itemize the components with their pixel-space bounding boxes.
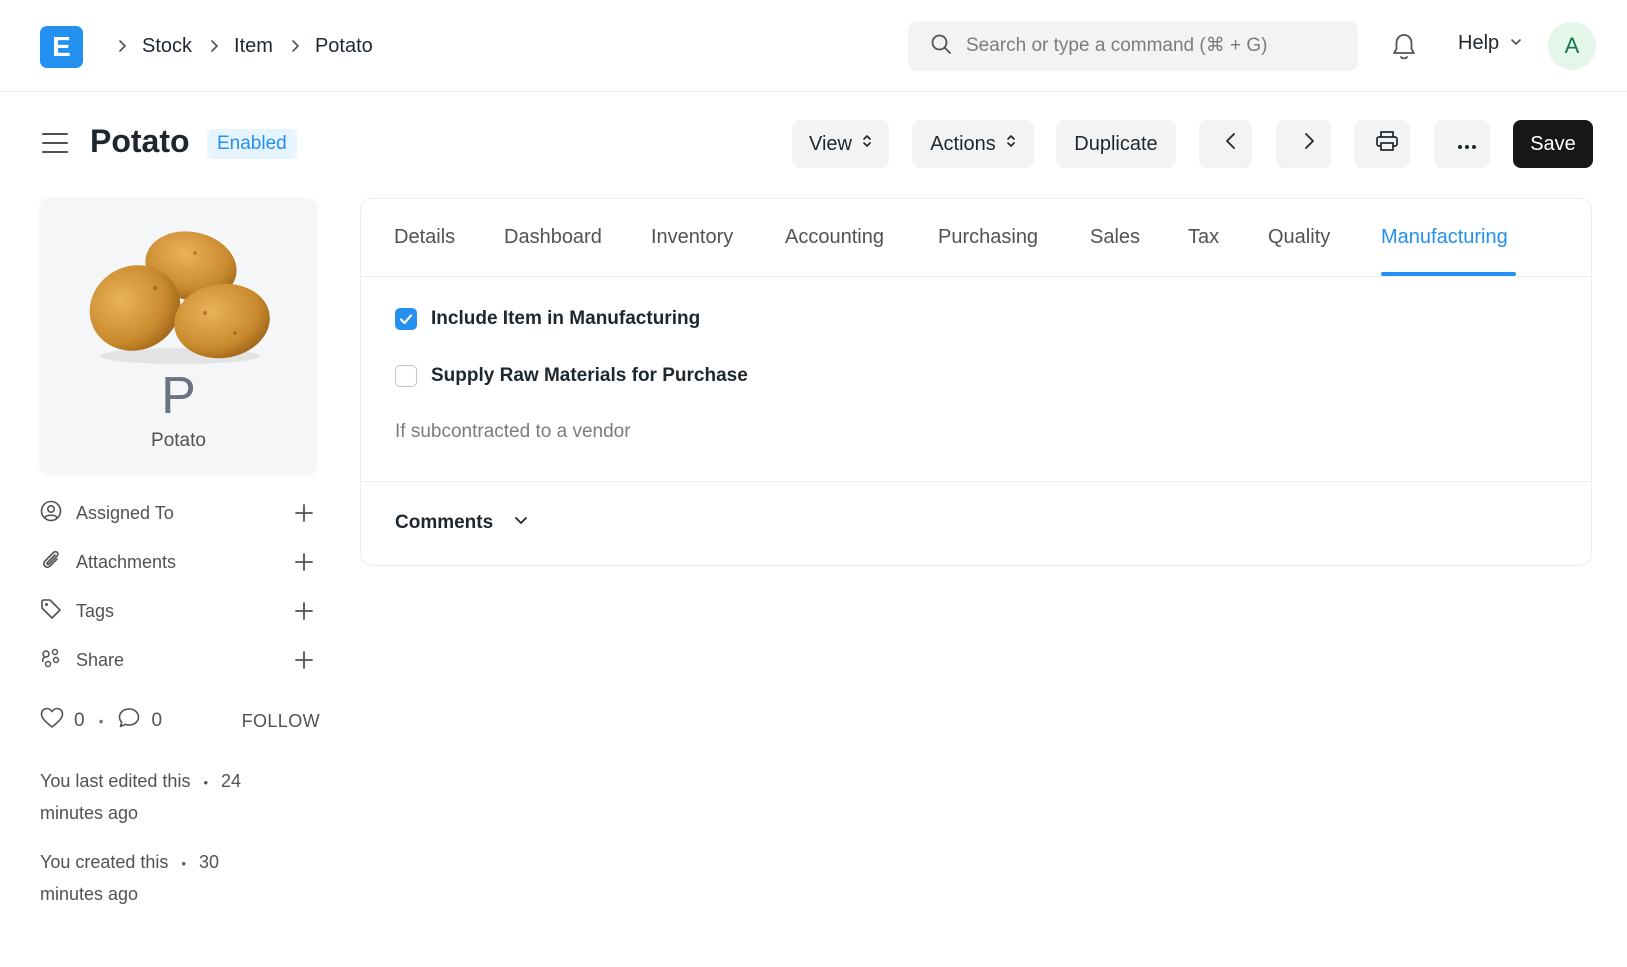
sidebar-item-label: Share <box>76 649 125 670</box>
tab-details[interactable]: Details <box>394 226 455 249</box>
top-navbar: E Stock Item Potato Help A <box>0 0 1627 92</box>
breadcrumb-potato[interactable]: Potato <box>315 35 373 58</box>
sidebar-item-tags[interactable]: Tags <box>40 596 315 626</box>
previous-record-button[interactable] <box>1199 120 1252 168</box>
search-input[interactable] <box>966 35 1326 57</box>
activity-last-edited: You last edited this • 24 minutes ago <box>40 766 280 828</box>
chevron-updown-icon <box>996 132 1016 156</box>
help-dropdown[interactable]: Help <box>1458 32 1523 55</box>
breadcrumb-stock[interactable]: Stock <box>142 35 192 58</box>
separator-dot: • <box>98 713 104 729</box>
sidebar-toggle-icon[interactable] <box>42 132 68 154</box>
printer-icon <box>1365 130 1399 158</box>
include-in-manufacturing-field[interactable]: Include Item in Manufacturing <box>395 308 700 330</box>
actions-button[interactable]: Actions <box>912 120 1034 168</box>
comments-section-toggle[interactable]: Comments <box>395 512 529 534</box>
chevron-right-icon <box>204 36 224 56</box>
app-logo[interactable]: E <box>40 26 83 68</box>
paperclip-icon <box>40 549 62 576</box>
tab-purchasing[interactable]: Purchasing <box>938 226 1038 249</box>
chevron-right-icon <box>1291 131 1317 157</box>
likes-comments-row: 0 • 0 FOLLOW <box>40 706 320 736</box>
sidebar-item-share[interactable]: Share <box>40 645 315 675</box>
potato-image <box>89 231 270 364</box>
breadcrumb: Stock Item Potato <box>110 30 383 62</box>
active-tab-indicator <box>1381 272 1516 276</box>
comments-label: Comments <box>395 512 494 533</box>
tab-quality[interactable]: Quality <box>1268 226 1330 249</box>
duplicate-button[interactable]: Duplicate <box>1056 120 1176 168</box>
chevron-right-icon <box>285 36 305 56</box>
search-icon <box>930 33 952 60</box>
image-placeholder-letter: P <box>161 367 196 425</box>
print-button[interactable] <box>1354 120 1410 168</box>
user-circle-icon <box>40 500 62 527</box>
sidebar-item-label: Assigned To <box>76 502 174 523</box>
next-record-button[interactable] <box>1276 120 1331 168</box>
comment-icon[interactable] <box>117 707 141 735</box>
chevron-down-icon <box>493 512 529 534</box>
tab-dashboard[interactable]: Dashboard <box>504 226 602 249</box>
chevron-updown-icon <box>852 132 872 156</box>
tag-icon <box>40 598 62 625</box>
notifications-bell-icon[interactable] <box>1390 32 1418 62</box>
sidebar-item-label: Attachments <box>76 551 177 572</box>
form-tabs: Details Dashboard Inventory Accounting P… <box>361 199 1591 277</box>
separator-dot: • <box>203 775 209 790</box>
separator-dot: • <box>181 856 187 871</box>
activity-created: You created this • 30 minutes ago <box>40 847 280 909</box>
likes-count: 0 <box>74 710 85 731</box>
actions-button-label: Actions <box>930 132 996 155</box>
page-title: Potato <box>90 123 190 159</box>
search-bar[interactable] <box>908 21 1358 71</box>
plus-icon[interactable] <box>293 502 315 524</box>
form-panel: Details Dashboard Inventory Accounting P… <box>360 198 1592 566</box>
plus-icon[interactable] <box>293 649 315 671</box>
sidebar-item-assigned-to[interactable]: Assigned To <box>40 498 315 528</box>
view-button[interactable]: View <box>792 120 889 168</box>
supply-raw-materials-field[interactable]: Supply Raw Materials for Purchase <box>395 365 748 387</box>
activity-text: You last edited this <box>40 771 191 791</box>
chevron-left-icon <box>1213 131 1239 157</box>
sidebar-item-attachments[interactable]: Attachments <box>40 547 315 577</box>
supply-raw-materials-label: Supply Raw Materials for Purchase <box>431 365 748 386</box>
ellipsis-icon <box>1447 133 1477 156</box>
status-badge: Enabled <box>207 129 297 159</box>
tab-tax[interactable]: Tax <box>1188 226 1219 249</box>
include-in-manufacturing-checkbox[interactable] <box>395 308 417 330</box>
chevron-down-icon <box>1499 32 1523 55</box>
comments-count: 0 <box>151 710 163 731</box>
plus-icon[interactable] <box>293 551 315 573</box>
item-image-card[interactable]: P Potato <box>40 198 317 474</box>
include-in-manufacturing-label: Include Item in Manufacturing <box>431 308 701 329</box>
user-avatar[interactable]: A <box>1548 22 1596 70</box>
more-options-button[interactable] <box>1434 120 1490 168</box>
breadcrumb-item[interactable]: Item <box>234 35 273 58</box>
tab-manufacturing[interactable]: Manufacturing <box>1381 226 1508 249</box>
save-button[interactable]: Save <box>1513 120 1593 168</box>
follow-button[interactable]: FOLLOW <box>242 711 320 732</box>
tab-inventory[interactable]: Inventory <box>651 226 733 249</box>
heart-icon[interactable] <box>40 707 64 735</box>
supply-raw-materials-help: If subcontracted to a vendor <box>395 421 631 442</box>
share-icon <box>40 647 62 674</box>
image-caption: Potato <box>151 430 206 451</box>
supply-raw-materials-checkbox[interactable] <box>395 365 417 387</box>
plus-icon[interactable] <box>293 600 315 622</box>
activity-text: You created this <box>40 852 169 872</box>
sidebar-item-label: Tags <box>76 600 115 621</box>
help-label: Help <box>1458 32 1500 54</box>
section-divider <box>361 481 1591 482</box>
tab-accounting[interactable]: Accounting <box>785 226 884 249</box>
chevron-right-icon <box>112 36 132 56</box>
view-button-label: View <box>809 132 852 155</box>
tab-sales[interactable]: Sales <box>1090 226 1140 249</box>
